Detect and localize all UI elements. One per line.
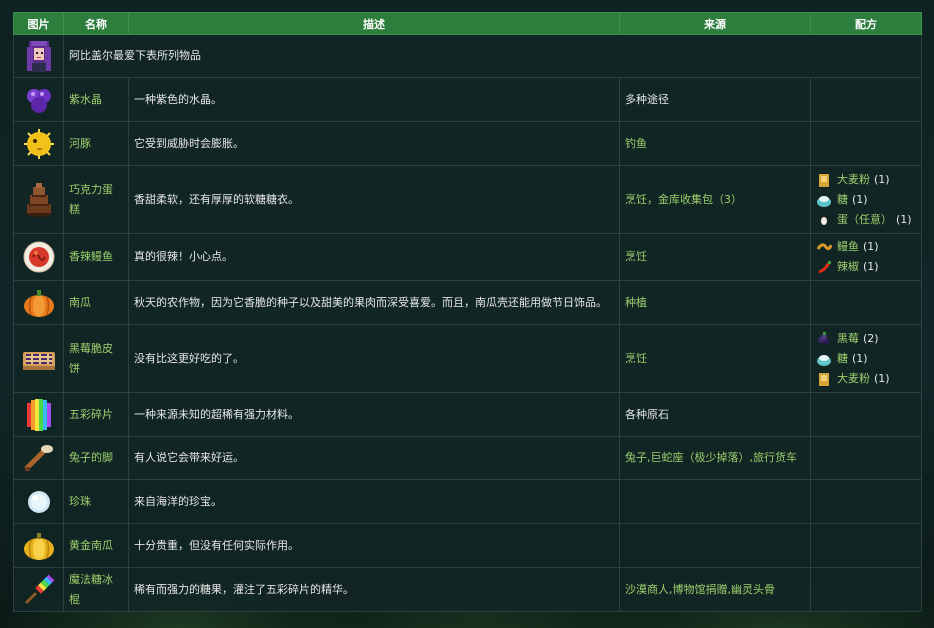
recipe-ingredient: 大麦粉 (1) (816, 369, 916, 389)
header-source: 来源 (619, 12, 811, 35)
item-name-link[interactable]: 巧克力蛋糕 (69, 183, 113, 216)
item-source (619, 479, 811, 524)
item-name-link[interactable]: 南瓜 (69, 296, 91, 309)
recipe-ingredient: 糖 (1) (816, 190, 916, 210)
item-source (619, 523, 811, 568)
source-link[interactable]: 兔子 (625, 451, 647, 464)
source-link[interactable]: 烹饪 (625, 250, 647, 263)
header-name: 名称 (63, 12, 129, 35)
item-description: 一种来源未知的超稀有强力材料。 (128, 392, 620, 437)
item-name-link[interactable]: 五彩碎片 (69, 408, 113, 421)
pumpkin-icon[interactable] (22, 287, 56, 319)
spicy-eel-icon[interactable] (22, 240, 56, 274)
table-row-intro: 阿比盖尔最爱下表所列物品 (13, 34, 922, 78)
recipe-ingredient: 糖 (1) (816, 349, 916, 369)
prismatic-shard-icon[interactable] (23, 397, 55, 433)
item-recipe: 黑莓 (2) 糖 (1) 大麦粉 (1) (810, 324, 922, 393)
source-link[interactable]: 幽灵头骨 (731, 583, 775, 596)
table-row: 兔子的脚 有人说它会带来好运。 兔子,巨蛇座（极少掉落）,旅行货车 (13, 436, 922, 480)
item-source: 各种原石 (619, 392, 811, 437)
amethyst-icon[interactable] (24, 85, 54, 115)
sugar-icon (817, 195, 831, 207)
table-row: 香辣鳗鱼 真的很辣！小心点。 烹饪 鳗鱼 (1) 辣椒 (1) (13, 233, 922, 281)
pearl-icon[interactable] (24, 487, 54, 517)
magic-rock-candy-icon[interactable] (22, 573, 56, 607)
source-link[interactable]: 种植 (625, 296, 647, 309)
item-recipe (810, 77, 922, 122)
abigail-portrait-icon[interactable] (23, 39, 55, 73)
item-name-link[interactable]: 魔法糖冰棍 (69, 573, 113, 606)
table-row: 魔法糖冰棍 稀有而强力的糖果，灌注了五彩碎片的精华。 沙漠商人,博物馆捐赠,幽灵… (13, 567, 922, 612)
table-row: 黑莓脆皮饼 没有比这更好吃的了。 烹饪 黑莓 (2) 糖 (1) 大麦粉 (1) (13, 324, 922, 393)
item-description: 十分贵重，但没有任何实际作用。 (128, 523, 620, 568)
item-recipe: 大麦粉 (1) 糖 (1) 蛋（任意） (1) (810, 165, 922, 234)
table-row: 紫水晶 一种紫色的水晶。 多种途径 (13, 77, 922, 122)
chocolate-cake-icon[interactable] (24, 182, 54, 218)
item-description: 来自海洋的珍宝。 (128, 479, 620, 524)
table-row: 五彩碎片 一种来源未知的超稀有强力材料。 各种原石 (13, 392, 922, 437)
item-description: 一种紫色的水晶。 (128, 77, 620, 122)
item-recipe: 鳗鱼 (1) 辣椒 (1) (810, 233, 922, 281)
header-recipe: 配方 (810, 12, 922, 35)
source-link[interactable]: 金库收集包（3） (658, 193, 742, 206)
recipe-ingredient: 辣椒 (1) (816, 257, 916, 277)
item-source: 沙漠商人,博物馆捐赠,幽灵头骨 (619, 567, 811, 612)
item-description: 稀有而强力的糖果，灌注了五彩碎片的精华。 (128, 567, 620, 612)
header-image: 图片 (13, 12, 64, 35)
recipe-ingredient: 黑莓 (2) (816, 329, 916, 349)
intro-text: 阿比盖尔最爱下表所列物品 (63, 34, 922, 78)
rabbit-foot-icon[interactable] (22, 443, 56, 473)
item-description: 真的很辣！小心点。 (128, 233, 620, 281)
item-name-link[interactable]: 河豚 (69, 137, 91, 150)
wheat-flour-icon (819, 173, 829, 187)
table-row: 珍珠 来自海洋的珍宝。 (13, 479, 922, 524)
item-source: 兔子,巨蛇座（极少掉落）,旅行货车 (619, 436, 811, 480)
sugar-icon (817, 354, 831, 366)
item-description: 没有比这更好吃的了。 (128, 324, 620, 393)
source-link[interactable]: 钓鱼 (625, 137, 647, 150)
blackberry-icon (818, 331, 829, 344)
table-row: 黄金南瓜 十分贵重，但没有任何实际作用。 (13, 523, 922, 568)
table-row: 南瓜 秋天的农作物，因为它香脆的种子以及甜美的果肉而深受喜爱。而且，南瓜壳还能用… (13, 280, 922, 325)
item-description: 香甜柔软，还有厚厚的软糖糖衣。 (128, 165, 620, 234)
wheat-flour-icon (819, 372, 829, 386)
table-header-row: 图片 名称 描述 来源 配方 (13, 12, 922, 35)
item-name-link[interactable]: 兔子的脚 (69, 451, 113, 464)
gift-table: 图片 名称 描述 来源 配方 阿比盖尔最爱下表所列物品 紫水晶 一种紫色的水晶。… (13, 12, 922, 612)
golden-pumpkin-icon[interactable] (22, 530, 56, 562)
table-row: 巧克力蛋糕 香甜柔软，还有厚厚的软糖糖衣。 烹饪，金库收集包（3） 大麦粉 (1)… (13, 165, 922, 234)
eel-icon (816, 243, 832, 251)
recipe-ingredient: 蛋（任意） (1) (816, 210, 916, 230)
table-row: 河豚 它受到威胁时会膨胀。 钓鱼 (13, 121, 922, 166)
item-name-link[interactable]: 紫水晶 (69, 93, 102, 106)
item-name-link[interactable]: 黑莓脆皮饼 (69, 342, 113, 375)
item-description: 有人说它会带来好运。 (128, 436, 620, 480)
source-link[interactable]: 博物馆捐赠 (673, 583, 728, 596)
hot-pepper-icon (818, 261, 831, 274)
item-name-link[interactable]: 香辣鳗鱼 (69, 250, 113, 263)
source-link[interactable]: 旅行货车 (753, 451, 797, 464)
recipe-ingredient: 鳗鱼 (1) (816, 237, 916, 257)
item-description: 它受到威胁时会膨胀。 (128, 121, 620, 166)
source-link[interactable]: 沙漠商人 (625, 583, 669, 596)
blackberry-cobbler-icon[interactable] (21, 344, 57, 374)
item-description: 秋天的农作物，因为它香脆的种子以及甜美的果肉而深受喜爱。而且，南瓜壳还能用做节日… (128, 280, 620, 325)
source-link[interactable]: 烹饪 (625, 352, 647, 365)
pufferfish-icon[interactable] (22, 128, 56, 160)
egg-icon (821, 216, 827, 225)
item-source: 多种途径 (619, 77, 811, 122)
source-link[interactable]: 烹饪 (625, 193, 647, 206)
abigail-portrait-cell (13, 34, 64, 78)
item-name-link[interactable]: 黄金南瓜 (69, 539, 113, 552)
source-link[interactable]: 巨蛇座（极少掉落） (651, 451, 750, 464)
item-source: 烹饪，金库收集包（3） (619, 165, 811, 234)
item-name-link[interactable]: 珍珠 (69, 495, 91, 508)
recipe-ingredient: 大麦粉 (1) (816, 170, 916, 190)
header-description: 描述 (128, 12, 620, 35)
